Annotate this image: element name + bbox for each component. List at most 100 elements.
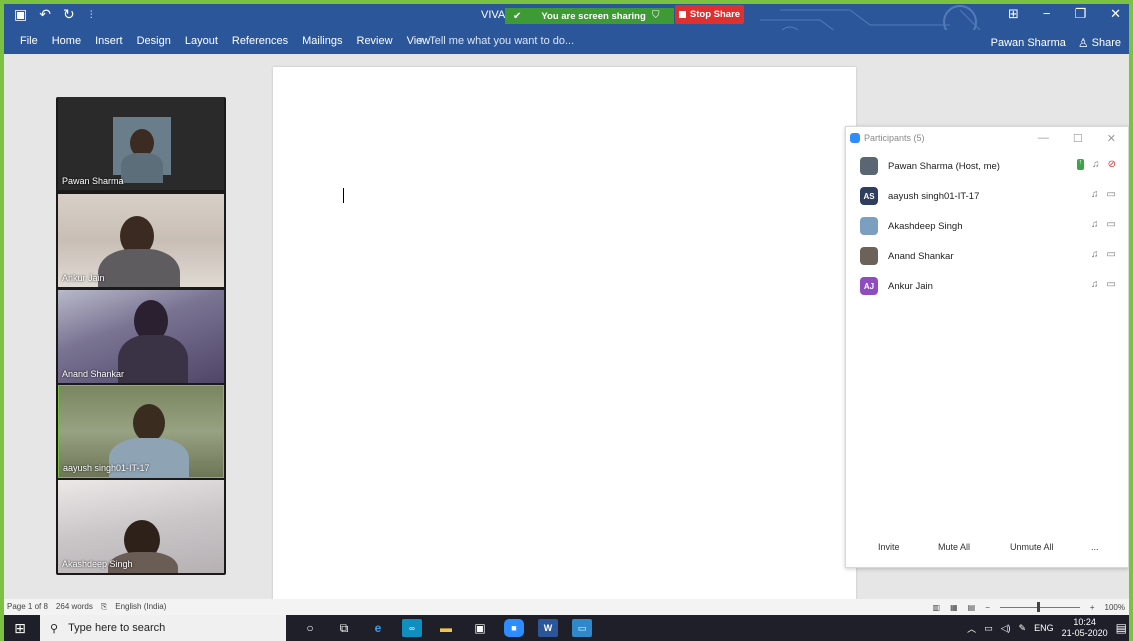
close-icon[interactable]: ✕ — [1110, 6, 1121, 22]
zoom-out-button[interactable]: − — [985, 603, 990, 612]
tab-mailings[interactable]: Mailings — [302, 35, 342, 47]
document-page[interactable] — [273, 67, 856, 601]
taskbar-clock[interactable]: 10:24 21-05-2020 — [1062, 617, 1108, 639]
participant-controls: ♫ ▭ — [1091, 219, 1116, 230]
participant-avatar — [860, 157, 878, 175]
participant-row[interactable]: Akashdeep Singh ♫ ▭ — [860, 215, 1120, 237]
file-explorer-icon[interactable]: ▬ — [436, 619, 456, 637]
proofing-icon[interactable]: ⎘ — [101, 602, 107, 612]
shield-icon[interactable]: ⛉ — [652, 10, 664, 22]
tab-file[interactable]: File — [20, 35, 38, 47]
video-tile[interactable]: aayush singh01-IT-17 — [58, 385, 224, 478]
microphone-icon[interactable]: ♫ — [1091, 249, 1099, 260]
windows-start-icon[interactable]: ⊞ — [0, 615, 40, 641]
action-center-icon[interactable]: ▤ — [1116, 621, 1127, 635]
participant-row[interactable]: Pawan Sharma (Host, me) ↑ ♫ ⊘ — [860, 155, 1120, 177]
participant-name: Pawan Sharma (Host, me) — [888, 160, 1000, 172]
maximize-icon[interactable]: ☐ — [1073, 132, 1083, 145]
video-icon[interactable]: ▭ — [1107, 219, 1116, 230]
close-icon[interactable]: ✕ — [1107, 132, 1116, 145]
video-icon[interactable]: ▭ — [1107, 279, 1116, 290]
pen-icon[interactable]: ✎ — [1019, 623, 1027, 634]
participant-row[interactable]: AS aayush singh01-IT-17 ♫ ▭ — [860, 185, 1120, 207]
share-button[interactable]: ♙ Share — [1074, 34, 1125, 52]
mute-all-button[interactable]: Mute All — [937, 541, 971, 559]
zoom-logo-icon — [850, 133, 860, 143]
remote-app-icon[interactable]: ▭ — [572, 619, 592, 637]
tab-design[interactable]: Design — [137, 35, 171, 47]
cortana-icon[interactable]: ○ — [300, 619, 320, 637]
taskbar-search-box[interactable]: ⚲ Type here to search — [40, 615, 286, 641]
document-title: VIVA — [481, 9, 506, 21]
video-tile-name: Akashdeep Singh — [62, 559, 133, 569]
minimize-icon[interactable]: − — [1043, 6, 1051, 22]
zoom-slider[interactable] — [999, 601, 1080, 612]
input-language[interactable]: ENG — [1034, 623, 1054, 633]
customize-qat-icon[interactable]: ⋮ — [87, 7, 96, 21]
save-icon[interactable]: ▣ — [14, 7, 27, 21]
restore-icon[interactable]: ❐ — [1074, 6, 1086, 22]
video-gallery[interactable]: Pawan Sharma Ankur Jain Anand Shankar aa… — [56, 97, 226, 575]
language-indicator[interactable]: English (India) — [115, 602, 166, 612]
tab-layout[interactable]: Layout — [185, 35, 218, 47]
statusbar-right: ▥ ▦ ▤ − + 100% — [933, 601, 1125, 612]
store-icon[interactable]: ▣ — [470, 619, 490, 637]
lightbulb-icon: ♀ — [417, 35, 426, 47]
account-user-name[interactable]: Pawan Sharma — [991, 37, 1066, 49]
video-tile[interactable]: Ankur Jain — [58, 194, 224, 287]
video-icon[interactable]: ▭ — [1107, 189, 1116, 200]
print-layout-icon[interactable]: ▦ — [950, 603, 958, 612]
tray-chevron-icon[interactable]: ︿ — [967, 622, 976, 635]
stop-share-button[interactable]: Stop Share — [675, 5, 744, 24]
participant-name: aayush singh01-IT-17 — [888, 190, 980, 202]
invite-button[interactable]: Invite — [877, 541, 901, 559]
panel-window-controls: — ☐ ✕ — [1038, 132, 1116, 145]
minimize-icon[interactable]: — — [1038, 132, 1049, 145]
word-app-icon[interactable]: W — [538, 619, 558, 637]
video-tile-name: Ankur Jain — [62, 273, 105, 283]
redo-icon[interactable]: ↻ — [63, 7, 75, 21]
zoom-slider-knob[interactable] — [1036, 601, 1040, 612]
zoom-app-icon[interactable]: ■ — [504, 619, 524, 637]
web-layout-icon[interactable]: ▤ — [968, 603, 976, 612]
edge-browser-icon[interactable]: e — [368, 619, 388, 637]
ribbon-display-icon[interactable]: ⊞ — [1008, 6, 1019, 22]
video-tile[interactable]: Anand Shankar — [58, 290, 224, 383]
zoom-in-button[interactable]: + — [1090, 603, 1095, 612]
screen-sharing-banner[interactable]: ✔ You are screen sharing — [505, 8, 674, 24]
video-tile-name: aayush singh01-IT-17 — [63, 463, 150, 473]
tell-me-box[interactable]: ♀ Tell me what you want to do... — [417, 35, 574, 47]
video-tile[interactable]: Pawan Sharma — [58, 97, 224, 190]
microphone-icon[interactable]: ♫ — [1092, 159, 1100, 170]
microphone-icon[interactable]: ♫ — [1091, 279, 1099, 290]
participant-avatar: AJ — [860, 277, 878, 295]
page-count[interactable]: Page 1 of 8 — [7, 602, 48, 612]
participant-row[interactable]: AJ Ankur Jain ♫ ▭ — [860, 275, 1120, 297]
tab-home[interactable]: Home — [52, 35, 81, 47]
video-off-icon[interactable]: ⊘ — [1108, 159, 1116, 170]
word-statusbar: Page 1 of 8 264 words ⎘ English (India) … — [4, 599, 1129, 615]
microphone-icon[interactable]: ♫ — [1091, 219, 1099, 230]
arduino-icon[interactable]: ∞ — [402, 619, 422, 637]
participant-row[interactable]: Anand Shankar ♫ ▭ — [860, 245, 1120, 267]
undo-icon[interactable]: ↶ — [39, 7, 51, 21]
tab-references[interactable]: References — [232, 35, 288, 47]
participants-title: Participants (5) — [864, 133, 925, 143]
zoom-level[interactable]: 100% — [1105, 603, 1125, 612]
tab-insert[interactable]: Insert — [95, 35, 123, 47]
more-options-button[interactable]: ... — [1090, 541, 1100, 559]
participant-name: Ankur Jain — [888, 280, 933, 292]
word-count[interactable]: 264 words — [56, 602, 93, 612]
unmute-all-button[interactable]: Unmute All — [1009, 541, 1055, 559]
share-label: Share — [1091, 37, 1121, 49]
volume-icon[interactable]: ◁) — [1001, 623, 1011, 634]
tab-review[interactable]: Review — [357, 35, 393, 47]
microphone-icon[interactable]: ♫ — [1091, 189, 1099, 200]
video-icon[interactable]: ▭ — [1107, 249, 1116, 260]
clock-time: 10:24 — [1073, 617, 1096, 627]
video-tile[interactable]: Akashdeep Singh — [58, 480, 224, 573]
read-mode-icon[interactable]: ▥ — [933, 603, 941, 612]
network-icon[interactable]: ▭ — [984, 623, 993, 634]
task-view-icon[interactable]: ⧉ — [334, 619, 354, 637]
screen-sharing-text: You are screen sharing — [541, 10, 646, 22]
